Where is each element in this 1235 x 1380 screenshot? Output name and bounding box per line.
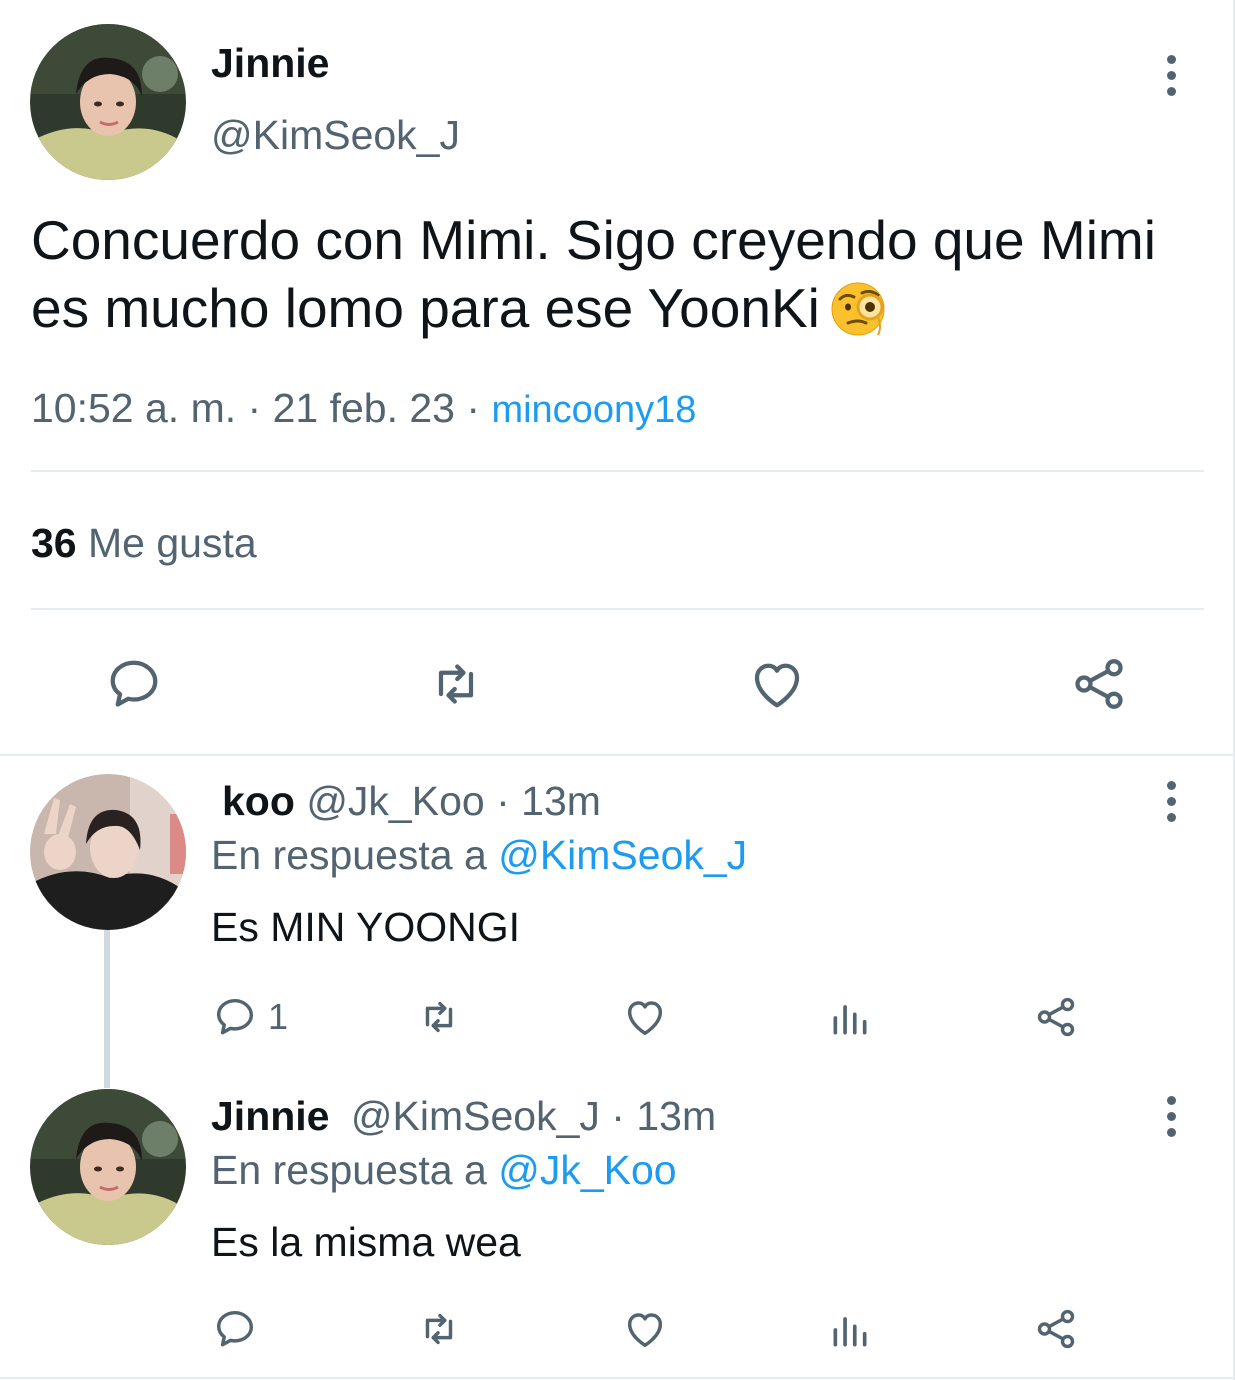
dot-icon [1166,780,1176,790]
dot-icon [1166,86,1176,96]
divider [0,754,1235,756]
dot-icon [1166,796,1176,806]
views-button[interactable] [828,1308,872,1352]
reply-prefix: En respuesta a [211,832,487,878]
tweet-meta: 10:52 a. m. · 21 feb. 23 · mincoony18 [31,385,696,432]
more-options-button[interactable] [1151,47,1191,103]
avatar-koo[interactable] [30,774,186,930]
like-button[interactable] [621,1306,669,1352]
meta-separator: · [611,1093,625,1139]
reply-button[interactable] [104,654,164,714]
reply-context: En respuesta a @KimSeok_J [211,832,747,879]
reply-author-name[interactable]: Jinnie [211,1093,329,1139]
likes-summary[interactable]: 36 Me gusta [31,520,257,567]
retweet-icon [425,1001,453,1033]
avatar-jinnie[interactable] [30,24,186,180]
reply-time: 13m [636,1093,717,1139]
divider [31,470,1204,472]
reply-time: 13m [521,778,601,824]
reply-button[interactable]: 1 [212,994,288,1040]
more-options-button[interactable] [1151,1088,1191,1144]
face-with-monocle-icon [831,282,885,336]
reply-author-name[interactable]: koo [222,778,295,824]
like-button[interactable] [746,654,808,714]
reply-text: Es MIN YOONGI [211,904,521,950]
avatar-image [30,24,186,180]
like-icon [627,1001,663,1036]
avatar-image [30,1089,186,1245]
reply-author-handle[interactable]: @KimSeok_J [351,1093,600,1139]
share-icon [1037,1309,1075,1349]
views-button[interactable] [828,996,872,1040]
dot-icon [1166,812,1176,822]
share-button[interactable] [1032,1306,1080,1352]
reply-icon [216,998,254,1035]
likes-count: 36 [31,520,77,566]
avatar-jinnie[interactable] [30,1089,186,1245]
likes-label: Me gusta [88,520,257,566]
tweet-detail-page: Jinnie @KimSeok_J Concuerdo con Mimi. Si… [0,0,1235,1380]
dot-icon [1166,1111,1176,1121]
reply-header: Jinnie @KimSeok_J · 13m [211,1093,716,1140]
analytics-icon [833,1317,867,1347]
avatar-image [30,774,186,930]
tweet-source-link[interactable]: mincoony18 [491,389,696,431]
reply-author-handle[interactable]: @Jk_Koo [306,778,484,824]
author-handle[interactable]: @KimSeok_J [211,112,460,159]
retweet-button[interactable] [414,1306,464,1352]
dot-icon [1166,1127,1176,1137]
divider [0,1377,1235,1379]
thread-connector-line [104,930,110,1088]
reply-prefix: En respuesta a [211,1147,487,1193]
reply-header: koo @Jk_Koo · 13m [211,778,601,825]
reply-text: Es la misma wea [211,1219,521,1265]
tweet-date: 21 feb. 23 [272,385,455,431]
like-icon [627,1313,663,1348]
tweet-time: 10:52 a. m. [31,385,237,431]
reply-count: 1 [268,996,289,1037]
dot-icon [1166,70,1176,80]
retweet-button[interactable] [424,654,488,714]
reply-mention-link[interactable]: @KimSeok_J [498,832,747,878]
reply-icon [216,1310,254,1347]
share-icon [1075,659,1123,709]
reply-mention-link[interactable]: @Jk_Koo [498,1147,676,1193]
share-button[interactable] [1068,654,1130,714]
retweet-button[interactable] [414,994,464,1040]
reply-context: En respuesta a @Jk_Koo [211,1147,677,1194]
dot-icon [1166,1095,1176,1105]
share-button[interactable] [1032,994,1080,1040]
more-options-button[interactable] [1151,773,1191,829]
meta-separator: · [247,385,262,431]
tweet-text: Concuerdo con Mimi. Sigo creyendo que Mi… [31,206,1211,342]
meta-separator: · [496,778,510,824]
divider [31,608,1204,610]
analytics-icon [833,1005,867,1035]
tweet-text-content: Concuerdo con Mimi. Sigo creyendo que Mi… [31,209,1156,339]
author-name[interactable]: Jinnie [211,40,329,87]
dot-icon [1166,54,1176,64]
reply-icon [110,660,158,707]
meta-separator: · [466,385,481,431]
share-icon [1037,997,1075,1037]
reply-button[interactable] [212,1306,258,1352]
like-icon [754,663,800,708]
retweet-icon [438,664,474,704]
like-button[interactable] [621,994,669,1040]
retweet-icon [425,1313,453,1345]
